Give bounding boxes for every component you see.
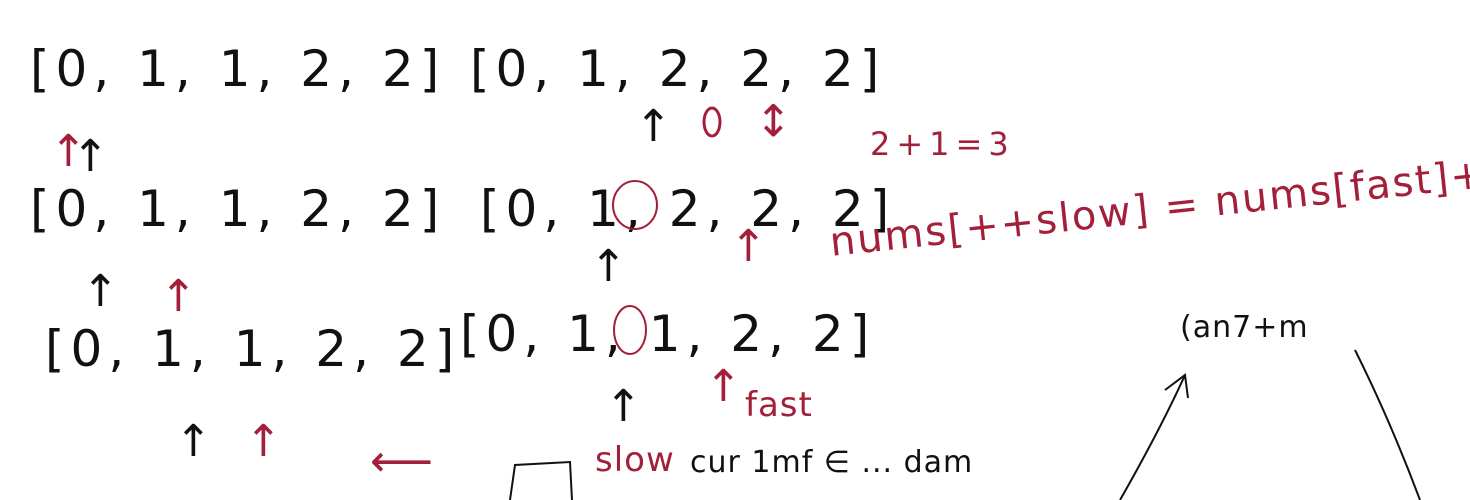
line-stroke bbox=[1354, 349, 1421, 500]
circle-mark bbox=[613, 305, 647, 355]
circle-mark bbox=[702, 106, 722, 138]
box-stroke bbox=[509, 460, 573, 500]
ink-strokes bbox=[509, 106, 1421, 500]
circle-mark bbox=[612, 180, 658, 230]
arrow-stroke bbox=[1119, 374, 1186, 500]
